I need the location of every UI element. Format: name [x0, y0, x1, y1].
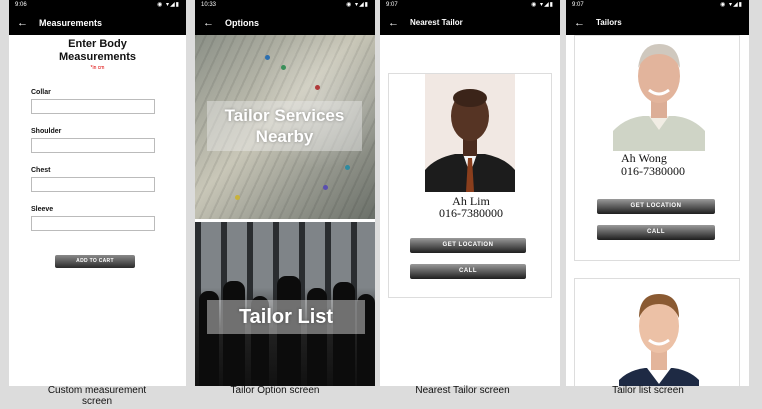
chest-label: Chest [31, 167, 51, 174]
options-screen: 10:33 ◉ ▾◢▮ ← Options Tailor Services Ne… [195, 0, 375, 386]
chest-input[interactable] [31, 177, 155, 192]
tailor-card[interactable]: Ah Wong 016-7380000 GET LOCATION CALL [574, 35, 740, 261]
form-heading: Enter Body Measurements [58, 38, 137, 63]
status-time: 10:33 [201, 2, 217, 8]
nearest-tailor-screen: 9:07 ◉ ▾◢▮ ← Nearest Tailor Ah Lim 016-7… [380, 0, 560, 386]
status-icons: ◉ ▾◢▮ [531, 2, 554, 8]
back-arrow-icon[interactable]: ← [203, 17, 225, 29]
app-bar: ← Measurements [9, 10, 186, 35]
shoulder-label: Shoulder [31, 128, 62, 135]
tailor-list-screen: 9:07 ◉ ▾◢▮ ← Tailors Ah Wong 016-7380000… [566, 0, 749, 386]
map-pin-icon [345, 165, 350, 170]
page-title: Nearest Tailor [410, 18, 463, 27]
call-button[interactable]: CALL [410, 264, 526, 279]
tailor-phone: 016-7380000 [439, 206, 503, 220]
map-pin-icon [235, 195, 240, 200]
page-title: Measurements [39, 17, 103, 28]
caption-nearest-tailor: Nearest Tailor screen [415, 385, 510, 396]
status-time: 9:07 [386, 2, 398, 8]
get-location-button[interactable]: GET LOCATION [410, 238, 526, 253]
option-label: Tailor List [207, 300, 365, 334]
crowd-silhouette [333, 282, 355, 386]
page-title: Options [225, 17, 259, 28]
map-pin-icon [281, 65, 286, 70]
page-title: Tailors [596, 18, 622, 27]
status-icons: ◉ ▾◢▮ [157, 2, 180, 8]
app-bar: ← Tailors [566, 10, 749, 35]
sleeve-label: Sleeve [31, 206, 54, 213]
tailor-card[interactable] [574, 278, 740, 386]
option-label: Tailor Services Nearby [207, 101, 362, 151]
tailor-card: Ah Lim 016-7380000 GET LOCATION CALL [388, 73, 552, 298]
map-pin-icon [323, 185, 328, 190]
status-bar: 9:06 ◉ ▾◢▮ [9, 0, 186, 10]
measurements-screen: 9:06 ◉ ▾◢▮ ← Measurements Enter Body Mea… [9, 0, 186, 386]
portrait-image [613, 44, 705, 151]
back-arrow-icon[interactable]: ← [574, 17, 596, 29]
collar-input[interactable] [31, 99, 155, 114]
tailor-phone: 016-7380000 [621, 164, 685, 178]
shoulder-input[interactable] [31, 138, 155, 153]
app-bar: ← Nearest Tailor [380, 10, 560, 35]
map-pin-icon [315, 85, 320, 90]
tailor-photo [613, 36, 705, 151]
status-bar: 9:07 ◉ ▾◢▮ [380, 0, 560, 10]
status-bar: 10:33 ◉ ▾◢▮ [195, 0, 375, 10]
caption-tailor-list: Tailor list screen [612, 385, 684, 396]
back-arrow-icon[interactable]: ← [17, 17, 39, 29]
portrait-image [619, 294, 699, 386]
sleeve-input[interactable] [31, 216, 155, 231]
status-icons: ◉ ▾◢▮ [720, 2, 743, 8]
caption-tailor-option: Tailor Option screen [230, 385, 320, 396]
status-time: 9:07 [572, 2, 584, 8]
app-bar: ← Options [195, 10, 375, 35]
add-to-cart-button[interactable]: ADD TO CART [55, 255, 135, 268]
get-location-button[interactable]: GET LOCATION [597, 199, 715, 214]
map-pin-icon [265, 55, 270, 60]
call-button[interactable]: CALL [597, 225, 715, 240]
status-time: 9:06 [15, 2, 27, 8]
unit-note: *in cm [90, 65, 105, 71]
option-tailor-services-nearby[interactable]: Tailor Services Nearby [195, 35, 375, 219]
portrait-image [425, 89, 515, 192]
option-tailor-list[interactable]: Tailor List [195, 222, 375, 386]
back-arrow-icon[interactable]: ← [388, 17, 410, 29]
tailor-photo [613, 284, 705, 386]
tailor-photo [425, 74, 515, 192]
caption-measurements: Custom measurement screen [47, 385, 147, 407]
status-icons: ◉ ▾◢▮ [346, 2, 369, 8]
collar-label: Collar [31, 89, 51, 96]
status-bar: 9:07 ◉ ▾◢▮ [566, 0, 749, 10]
